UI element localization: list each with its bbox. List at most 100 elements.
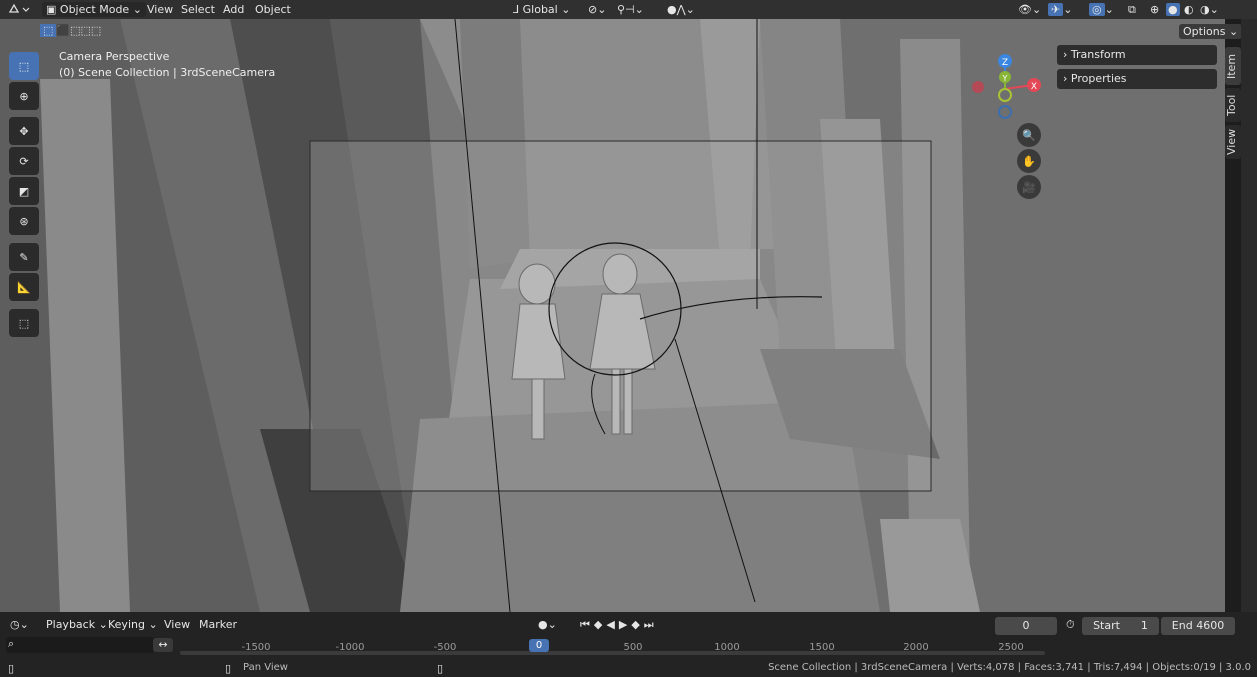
menu-select[interactable]: Select: [181, 2, 215, 17]
pan-button[interactable]: ✋: [1017, 149, 1041, 173]
status-bar: ▯ ▯ Pan View ▯ Scene Collection | 3rdSce…: [0, 660, 1257, 677]
playhead-marker[interactable]: 0: [529, 639, 549, 652]
shading-material-icon[interactable]: ◐: [1184, 2, 1194, 17]
cube-icon: ⬚: [18, 316, 30, 330]
menu-marker[interactable]: Marker: [199, 617, 237, 633]
pencil-icon: ✎: [19, 250, 29, 264]
options-dropdown[interactable]: Options ⌄: [1179, 24, 1243, 39]
camera-perspective-label: Camera Perspective: [59, 50, 170, 63]
tick-label: 1500: [809, 642, 835, 653]
chevron-down-icon: ⌄: [132, 3, 142, 16]
search-icon: ⌕: [8, 637, 15, 650]
gizmo-x-label: X: [1031, 82, 1037, 92]
menu-playback[interactable]: Playback ⌄: [46, 617, 108, 633]
playback-controls[interactable]: ⏮◆◀▶◆⏭: [580, 617, 658, 633]
mouse-right-icon: ▯: [437, 662, 444, 675]
3d-viewport[interactable]: Camera Perspective (0) Scene Collection …: [0, 19, 1225, 612]
shading-solid-icon[interactable]: ●: [1166, 2, 1180, 17]
cursor-icon: ⬚: [18, 59, 30, 73]
zoom-button[interactable]: 🔍: [1017, 123, 1041, 147]
add-cube-tool[interactable]: ⬚: [9, 309, 39, 337]
rotate-tool[interactable]: ⟳: [9, 147, 39, 175]
tick-label: 2000: [903, 642, 929, 653]
timeline-search-input[interactable]: ⌕: [6, 637, 154, 653]
zoom-icon: 🔍: [1022, 128, 1036, 142]
chevron-down-icon: ⌄: [561, 3, 571, 16]
tick-label: 500: [623, 642, 643, 653]
gizmo-y-label: Y: [1002, 74, 1008, 83]
chevron-down-icon: ⌄: [98, 618, 108, 631]
hand-icon: ✋: [1022, 154, 1036, 168]
mode-dropdown[interactable]: ▣ Object Mode ⌄: [42, 2, 146, 17]
chevron-right-icon: ›: [1063, 72, 1068, 85]
jump-end-icon[interactable]: ⏭: [644, 618, 658, 631]
sidebar-edge: [1241, 19, 1257, 612]
gizmo-z-label: Z: [1002, 58, 1008, 68]
menu-keying[interactable]: Keying ⌄: [108, 617, 158, 633]
camera-view-button[interactable]: 🎥: [1017, 175, 1041, 199]
scale-tool[interactable]: ◩: [9, 177, 39, 205]
pivot-point-icon[interactable]: ⊘⌄: [588, 2, 606, 17]
tab-view[interactable]: View: [1225, 125, 1241, 159]
xray-icon[interactable]: ⧉: [1128, 2, 1136, 17]
frame-range-toggle[interactable]: ↔: [153, 638, 173, 652]
clock-icon: ◷: [10, 618, 20, 631]
menu-object[interactable]: Object: [255, 2, 291, 17]
viewport-header: ▣ Object Mode ⌄ View Select Add Object ⅃…: [0, 0, 1257, 19]
selection-mode-buttons[interactable]: ⬚ ⬛⬚⬚⬚: [40, 24, 101, 37]
camera-icon: 🎥: [1022, 180, 1036, 194]
menu-timeline-view[interactable]: View: [164, 617, 190, 633]
shading-wireframe-icon[interactable]: ⊕: [1150, 2, 1159, 17]
menu-view[interactable]: View: [147, 2, 173, 17]
next-key-icon[interactable]: ◆: [631, 618, 643, 631]
annotate-tool[interactable]: ✎: [9, 243, 39, 271]
start-frame-field[interactable]: Start 1: [1082, 617, 1159, 635]
menu-add[interactable]: Add: [223, 2, 244, 17]
scale-icon: ◩: [18, 184, 30, 198]
jump-start-icon[interactable]: ⏮: [580, 618, 594, 631]
rotate-icon: ⟳: [19, 154, 29, 168]
tick-label: 2500: [998, 642, 1024, 653]
visibility-icon[interactable]: 👁⌄: [1018, 2, 1041, 17]
proportional-editing-icon[interactable]: ●⋀⌄: [667, 2, 695, 17]
object-mode-icon: ▣: [46, 3, 57, 16]
cursor-tool[interactable]: ⊕: [9, 82, 39, 110]
tick-label: 1000: [714, 642, 740, 653]
play-icon[interactable]: ▶: [619, 618, 631, 631]
chevron-right-icon: ›: [1063, 48, 1068, 61]
play-reverse-icon[interactable]: ◀: [606, 618, 618, 631]
editor-type-icon[interactable]: [6, 2, 32, 17]
ruler-icon: 📐: [17, 280, 31, 294]
transform-orientation-dropdown[interactable]: ⅃ Global ⌄: [513, 2, 570, 17]
pan-view-hint: Pan View: [243, 662, 288, 673]
move-icon: ✥: [19, 124, 29, 138]
measure-tool[interactable]: 📐: [9, 273, 39, 301]
navigation-gizmo[interactable]: Z Y X: [965, 49, 1045, 124]
scene-stats: Scene Collection | 3rdSceneCamera | Vert…: [768, 662, 1251, 673]
collection-label: (0) Scene Collection | 3rdSceneCamera: [59, 66, 276, 79]
current-frame-field[interactable]: 0: [995, 617, 1057, 635]
record-button[interactable]: ●⌄: [538, 617, 557, 633]
orientation-icon: ⅃: [513, 3, 520, 16]
overlays-icon[interactable]: ◎ ⌄: [1089, 2, 1114, 17]
move-tool[interactable]: ✥: [9, 117, 39, 145]
record-icon: ●: [538, 618, 548, 631]
tab-item[interactable]: Item: [1225, 47, 1241, 85]
transform-panel-header[interactable]: › Transform: [1057, 45, 1217, 65]
mouse-left-icon: ▯: [8, 662, 15, 675]
prev-key-icon[interactable]: ◆: [594, 618, 606, 631]
crosshair-icon: ⊕: [19, 89, 29, 103]
tick-label: -1000: [335, 642, 365, 653]
gizmo-toggle-icon[interactable]: ✈ ⌄: [1048, 2, 1072, 17]
stopwatch-icon[interactable]: ⏱: [1066, 617, 1075, 633]
transform-icon: ⊛: [19, 214, 29, 228]
properties-panel-header[interactable]: › Properties: [1057, 69, 1217, 89]
tab-tool[interactable]: Tool: [1225, 88, 1241, 122]
timeline-editor-type[interactable]: ◷⌄: [10, 617, 29, 633]
end-frame-field[interactable]: End 4600: [1161, 617, 1235, 635]
transform-tool[interactable]: ⊛: [9, 207, 39, 235]
select-box-tool[interactable]: ⬚: [9, 52, 39, 80]
snap-icon[interactable]: ⚲⊣⌄: [617, 2, 644, 17]
chevron-down-icon: ⌄: [148, 618, 158, 631]
shading-rendered-icon[interactable]: ◑⌄: [1200, 2, 1219, 17]
